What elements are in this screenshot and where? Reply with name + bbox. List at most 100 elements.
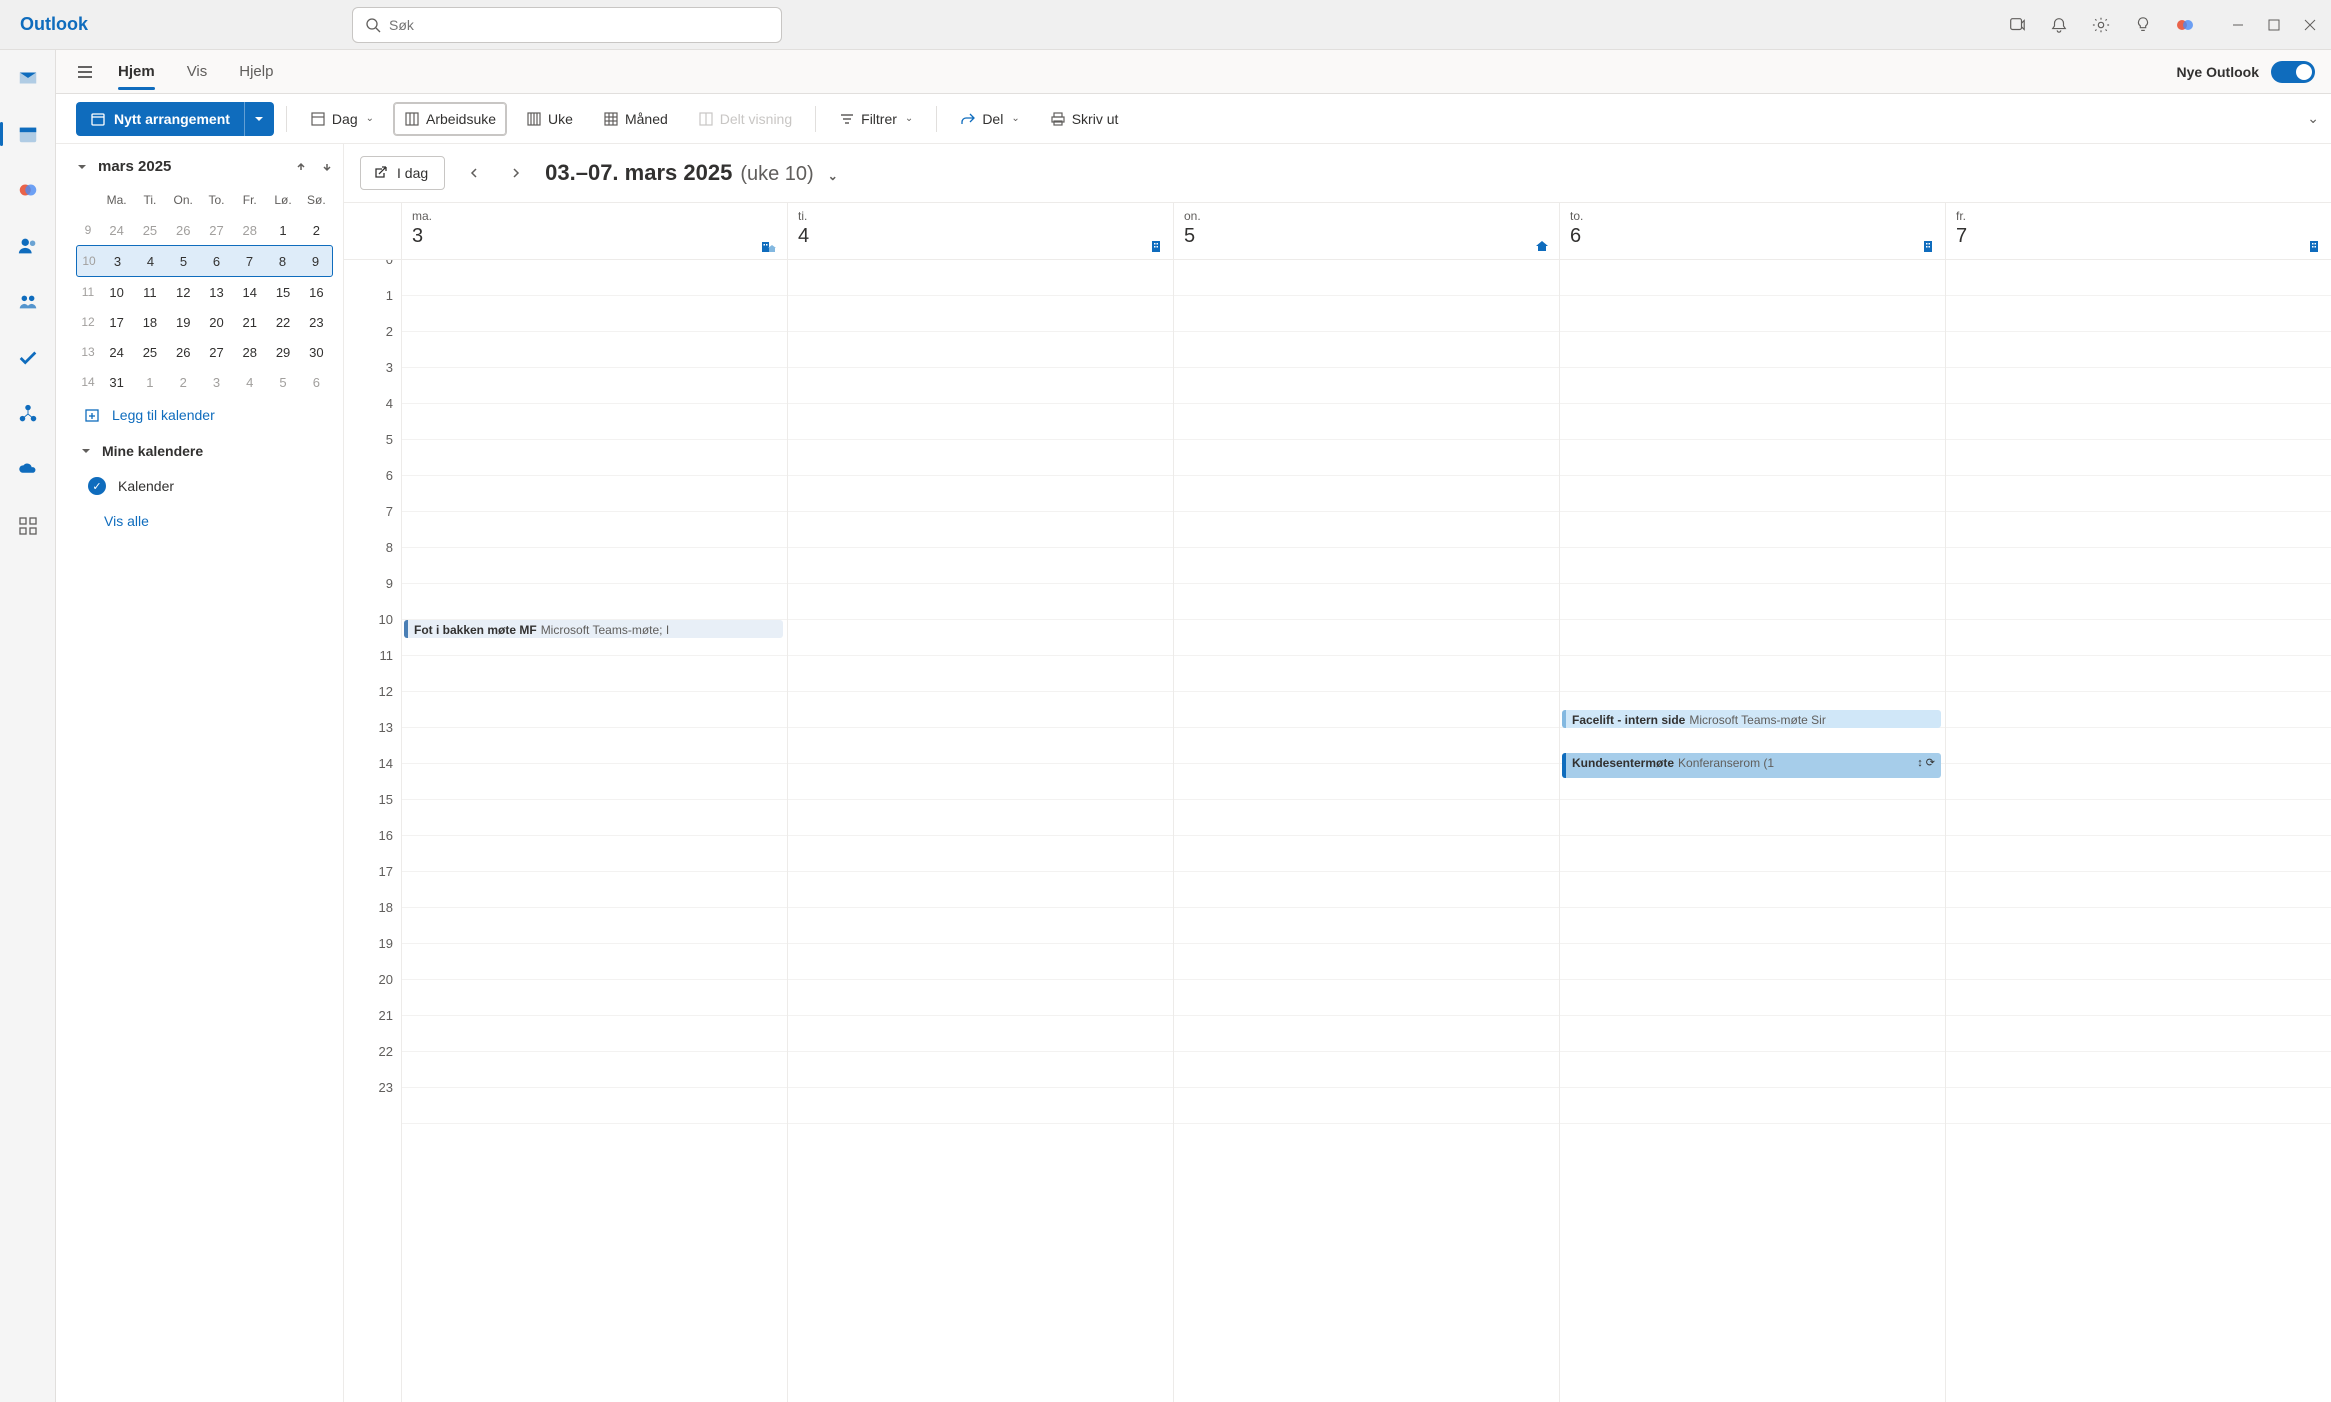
mini-day[interactable]: 21 [233,307,266,337]
mini-day[interactable]: 19 [167,307,200,337]
rail-todo[interactable] [10,340,46,376]
filter-button[interactable]: Filtrer⌄ [828,102,924,136]
search-box[interactable] [352,7,782,43]
mini-day[interactable]: 1 [133,367,166,397]
mini-day[interactable]: 28 [233,215,266,245]
mini-day[interactable]: 7 [233,246,266,276]
mini-day[interactable]: 13 [200,277,233,307]
mini-day[interactable]: 17 [100,307,133,337]
rail-onedrive[interactable] [10,452,46,488]
view-week-button[interactable]: Uke [515,102,584,136]
day-column[interactable]: Facelift - intern sideMicrosoft Teams-mø… [1560,260,1946,1402]
mini-day[interactable]: 1 [266,215,299,245]
day-column[interactable]: Fot i bakken møte MFMicrosoft Teams-møte… [402,260,788,1402]
mini-week-row[interactable]: 1110111213141516 [76,277,333,307]
mini-day[interactable]: 2 [300,215,333,245]
mini-day[interactable]: 26 [167,215,200,245]
next-week-button[interactable] [503,160,529,186]
tab-home[interactable]: Hjem [118,53,155,90]
mini-day[interactable]: 6 [300,367,333,397]
mini-day[interactable]: 3 [200,367,233,397]
tab-help[interactable]: Hjelp [239,53,273,90]
add-calendar-link[interactable]: Legg til kalender [76,397,333,433]
mini-day[interactable]: 30 [300,337,333,367]
mini-day[interactable]: 18 [133,307,166,337]
mini-day[interactable]: 31 [100,367,133,397]
mini-day[interactable]: 14 [233,277,266,307]
mini-day[interactable]: 23 [300,307,333,337]
prev-week-button[interactable] [461,160,487,186]
ribbon-expand-icon[interactable]: ⌄ [2307,110,2319,127]
window-maximize[interactable] [2265,16,2283,34]
mini-week-row[interactable]: 1217181920212223 [76,307,333,337]
mini-day[interactable]: 20 [200,307,233,337]
mini-week-row[interactable]: 9242526272812 [76,215,333,245]
today-button[interactable]: I dag [360,156,445,190]
rail-apps[interactable] [10,508,46,544]
day-column[interactable] [1946,260,2331,1402]
mini-day[interactable]: 10 [100,277,133,307]
calendar-event[interactable]: Fot i bakken møte MFMicrosoft Teams-møte… [404,620,783,638]
day-header[interactable]: ma.3 [402,203,788,259]
mini-day[interactable]: 8 [266,246,299,276]
calendar-grid[interactable]: 01234567891011121314151617181920212223 F… [344,260,2331,1402]
calendar-event[interactable]: KundesentermøteKonferanserom (1↕ ⟳ [1562,753,1941,778]
rail-calendar[interactable] [10,116,46,152]
mini-day[interactable]: 3 [101,246,134,276]
rail-org[interactable] [10,396,46,432]
view-month-button[interactable]: Måned [592,102,679,136]
mini-day[interactable]: 22 [266,307,299,337]
mini-day[interactable]: 24 [100,215,133,245]
show-all-link[interactable]: Vis alle [76,503,333,539]
mini-prev-month[interactable] [295,161,307,173]
rail-groups[interactable] [10,284,46,320]
mini-day[interactable]: 24 [100,337,133,367]
mini-day[interactable]: 25 [133,215,166,245]
mini-day[interactable]: 9 [299,246,332,276]
share-button[interactable]: Del⌄ [949,102,1030,136]
mini-next-month[interactable] [321,161,333,173]
mini-week-row[interactable]: 103456789 [76,245,333,277]
mini-week-row[interactable]: 1431123456 [76,367,333,397]
new-outlook-toggle[interactable] [2271,61,2315,83]
day-header[interactable]: fr.7 [1946,203,2331,259]
rail-mail[interactable] [10,60,46,96]
feedback-icon[interactable] [2007,15,2027,35]
mini-day[interactable]: 12 [167,277,200,307]
search-input[interactable] [389,17,769,33]
mini-day[interactable]: 4 [233,367,266,397]
day-column[interactable] [1174,260,1560,1402]
my-calendars-section[interactable]: Mine kalendere [76,433,333,469]
mini-day[interactable]: 16 [300,277,333,307]
day-header[interactable]: ti.4 [788,203,1174,259]
window-minimize[interactable] [2229,16,2247,34]
mini-day[interactable]: 27 [200,215,233,245]
mini-day[interactable]: 29 [266,337,299,367]
rail-people[interactable] [10,228,46,264]
new-event-button[interactable]: Nytt arrangement [76,102,274,136]
mini-day[interactable]: 28 [233,337,266,367]
view-day-button[interactable]: Dag⌄ [299,102,385,136]
print-button[interactable]: Skriv ut [1039,102,1130,136]
rail-copilot[interactable] [10,172,46,208]
copilot-icon[interactable] [2175,15,2195,35]
month-collapse-icon[interactable] [76,161,88,173]
gear-icon[interactable] [2091,15,2111,35]
mini-day[interactable]: 27 [200,337,233,367]
bell-icon[interactable] [2049,15,2069,35]
tab-view[interactable]: Vis [187,53,208,90]
calendar-item[interactable]: ✓ Kalender [76,469,333,503]
day-header[interactable]: on.5 [1174,203,1560,259]
mini-week-row[interactable]: 1324252627282930 [76,337,333,367]
date-picker-chevron[interactable]: ⌄ [828,169,838,183]
calendar-event[interactable]: Facelift - intern sideMicrosoft Teams-mø… [1562,710,1941,728]
view-workweek-button[interactable]: Arbeidsuke [393,102,507,136]
mini-day[interactable]: 5 [266,367,299,397]
lightbulb-icon[interactable] [2133,15,2153,35]
mini-day[interactable]: 5 [167,246,200,276]
day-column[interactable] [788,260,1174,1402]
mini-day[interactable]: 11 [133,277,166,307]
mini-day[interactable]: 6 [200,246,233,276]
mini-day[interactable]: 25 [133,337,166,367]
mini-day[interactable]: 4 [134,246,167,276]
